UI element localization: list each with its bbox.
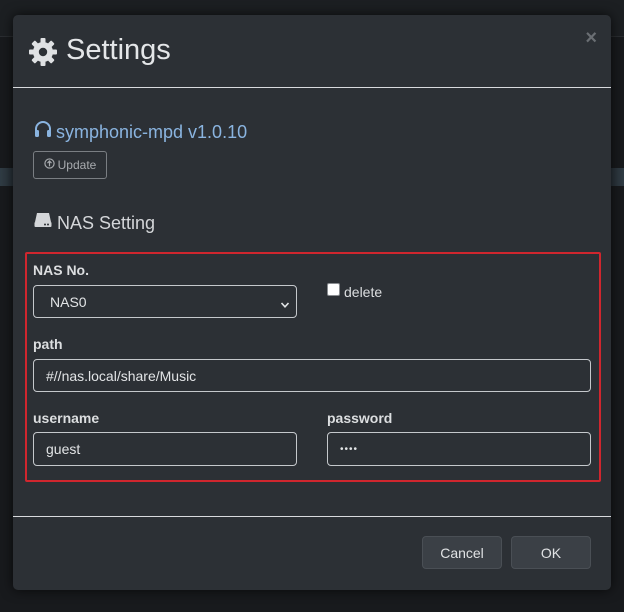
nas-section-title: NAS Setting [33, 211, 155, 234]
update-button-label: Update [57, 158, 97, 172]
arrow-circle-up-icon [43, 158, 58, 172]
update-button[interactable]: Update [33, 151, 107, 179]
password-label: password [327, 410, 393, 426]
username-input[interactable]: guest [33, 432, 297, 466]
chevron-down-icon [280, 297, 290, 313]
username-value: guest [46, 441, 81, 457]
close-button[interactable]: × [585, 27, 597, 49]
delete-label: delete [344, 284, 383, 300]
hard-drive-icon [33, 211, 57, 234]
app-name-label: symphonic-mpd v1.0.10 [56, 121, 248, 142]
cancel-button-label: Cancel [440, 544, 484, 561]
footer-divider [13, 516, 611, 517]
delete-checkbox[interactable] [327, 283, 340, 296]
nas-section-label: NAS Setting [57, 212, 156, 233]
gear-icon [28, 37, 58, 67]
settings-modal: Settings × symphonic-mpd v1.0.10 Update [13, 15, 611, 590]
path-value: #//nas.local/share/Music [46, 367, 197, 384]
app-version: symphonic-mpd v1.0.10 [33, 119, 247, 144]
modal-title: Settings [66, 34, 171, 66]
nas-no-value: NAS0 [50, 293, 87, 310]
username-label: username [33, 410, 100, 426]
path-input[interactable]: #//nas.local/share/Music [33, 359, 591, 392]
nas-no-label: NAS No. [33, 262, 89, 278]
nas-no-select[interactable]: NAS0 [33, 285, 297, 318]
password-input[interactable]: •••• [327, 432, 591, 466]
ok-button-label: OK [540, 544, 562, 561]
headphones-icon [33, 119, 56, 144]
password-value: •••• [340, 443, 359, 455]
ok-button[interactable]: OK [511, 536, 591, 569]
path-label: path [33, 336, 63, 352]
modal-header: Settings × [13, 15, 611, 88]
cancel-button[interactable]: Cancel [422, 536, 502, 569]
